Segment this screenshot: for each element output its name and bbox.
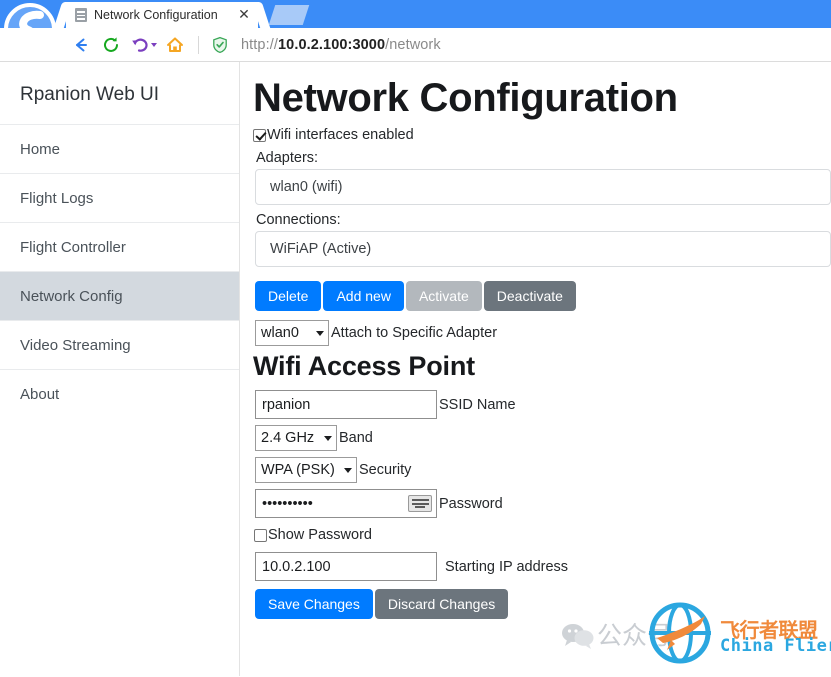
delete-button[interactable]: Delete [255,281,322,311]
attach-adapter-label: Attach to Specific Adapter [331,325,498,341]
wifi-enabled-label: Wifi interfaces enabled [267,127,414,143]
sogou-s-logo-icon [4,3,56,28]
browser-toolbar: http://10.0.2.100:3000/network [0,28,831,62]
ssid-label: SSID Name [439,396,516,413]
security-select-wrap: WPA (PSK) [255,457,357,483]
main-content: Network Configuration Wifi interfaces en… [240,62,831,676]
browser-window: Network Configuration ✕ http://10.0.2.10… [0,0,831,677]
reload-icon[interactable] [98,32,124,58]
connections-label: Connections: [256,212,341,228]
attach-adapter-select[interactable]: wlan0 [255,320,329,346]
sidebar-item-about[interactable]: About [0,369,239,418]
sidebar-item-label: Network Config [20,287,123,305]
band-select-wrap: 2.4 GHz [255,425,337,451]
new-tab-button[interactable] [268,5,310,25]
toolbar-divider [198,35,199,54]
page-body: Rpanion Web UI Home Flight Logs Flight C… [0,62,831,676]
chevron-down-icon[interactable] [150,42,157,47]
connections-listbox[interactable]: WiFiAP (Active) [255,231,831,267]
attach-adapter-select-wrap: wlan0 [255,320,329,346]
password-row: Password [255,489,831,518]
document-icon [75,8,87,22]
url-path: /network [385,36,441,53]
security-label: Security [359,462,412,478]
show-password-row: Show Password [254,527,831,543]
sidebar-item-flight-logs[interactable]: Flight Logs [0,173,239,222]
show-password-label: Show Password [268,527,372,543]
browser-tabstrip: Network Configuration ✕ [0,0,831,28]
save-changes-button[interactable]: Save Changes [255,589,373,619]
page-title: Network Configuration [253,76,678,120]
browser-tab[interactable]: Network Configuration ✕ [66,2,258,28]
sidebar-item-video-streaming[interactable]: Video Streaming [0,320,239,369]
sidebar-item-label: About [20,385,60,403]
sidebar-item-network-config[interactable]: Network Config [0,271,239,320]
band-select[interactable]: 2.4 GHz [255,425,337,451]
discard-changes-button[interactable]: Discard Changes [374,589,509,619]
starting-ip-input[interactable] [255,552,437,581]
url-scheme: http:// [241,36,278,53]
band-label: Band [339,430,373,446]
watermark-brand-en: China Flier [720,636,831,656]
attach-adapter-row: wlan0 Attach to Specific Adapter [255,320,831,346]
ssid-row: SSID Name [255,390,831,419]
wifi-enabled-row: Wifi interfaces enabled [253,127,831,143]
virtual-keyboard-icon[interactable] [408,495,432,512]
starting-ip-label: Starting IP address [445,558,569,575]
ssid-input[interactable] [255,390,437,419]
ap-section-title: Wifi Access Point [253,351,475,381]
tab-title: Network Configuration [94,8,218,22]
starting-ip-row: Starting IP address [255,552,831,581]
url-host: 10.0.2.100:3000 [277,36,386,53]
watermark-cn-text: 公众号 [597,621,673,650]
sidebar-item-label: Flight Logs [20,189,94,207]
home-icon[interactable] [162,32,188,58]
close-icon[interactable]: ✕ [236,7,252,23]
undo-history-icon[interactable] [128,32,158,58]
back-arrow-icon[interactable] [68,32,94,58]
adapters-label: Adapters: [256,150,319,166]
sidebar-item-home[interactable]: Home [0,124,239,173]
password-field-wrap [255,489,437,518]
url-text[interactable]: http://10.0.2.100:3000/network [241,37,441,53]
connections-selected-option: WiFiAP (Active) [270,241,372,257]
add-new-button[interactable]: Add new [323,281,404,311]
sidebar: Rpanion Web UI Home Flight Logs Flight C… [0,62,240,676]
wifi-enabled-checkbox[interactable] [253,128,266,142]
deactivate-button[interactable]: Deactivate [483,281,576,311]
address-bar[interactable]: http://10.0.2.100:3000/network [207,32,831,58]
security-shield-icon[interactable] [207,32,233,58]
connection-actions: Delete Add new Activate Deactivate [255,281,831,311]
sidebar-item-label: Video Streaming [20,336,131,354]
activate-button[interactable]: Activate [405,281,482,311]
band-row: 2.4 GHz Band [255,425,831,451]
app-title: Rpanion Web UI [20,84,160,105]
wechat-icon [562,624,594,649]
sidebar-item-flight-controller[interactable]: Flight Controller [0,222,239,271]
adapters-selected-option: wlan0 (wifi) [270,179,343,195]
form-actions: Save Changes Discard Changes [255,589,831,619]
security-select[interactable]: WPA (PSK) [255,457,357,483]
adapters-listbox[interactable]: wlan0 (wifi) [255,169,831,205]
sidebar-item-label: Flight Controller [20,238,126,256]
show-password-checkbox[interactable] [254,528,267,542]
security-row: WPA (PSK) Security [255,457,831,483]
password-label: Password [439,495,503,512]
sidebar-item-label: Home [20,140,61,158]
